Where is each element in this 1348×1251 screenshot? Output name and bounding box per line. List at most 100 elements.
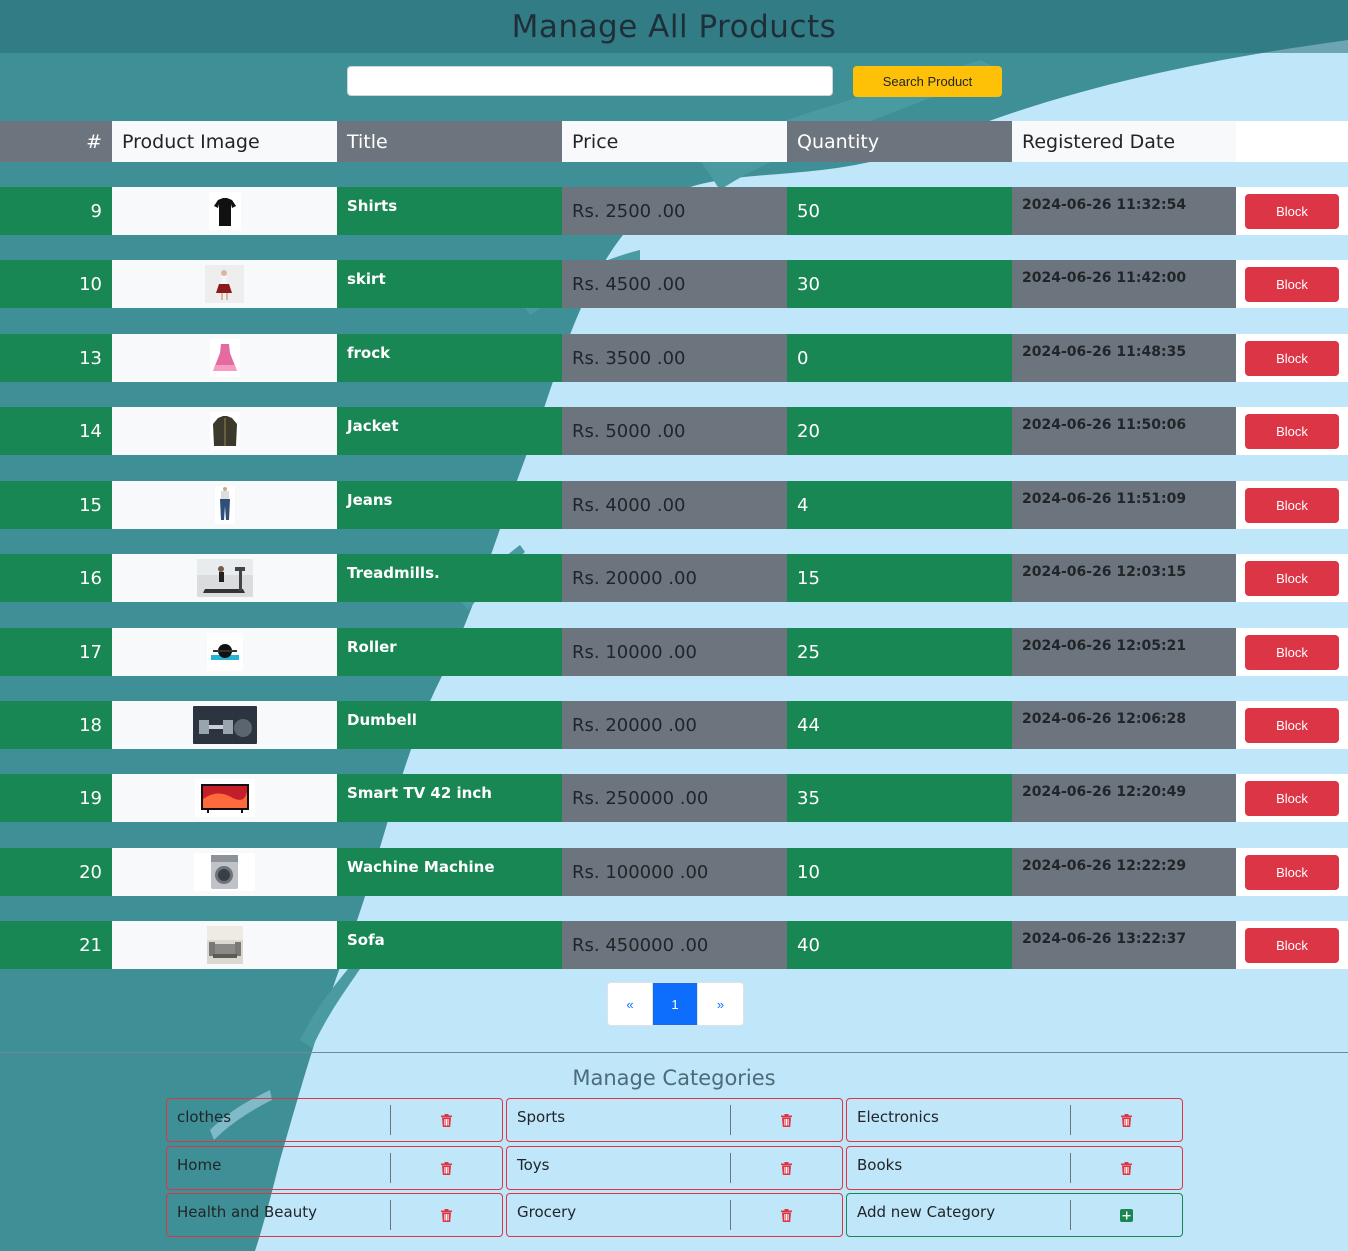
trash-icon xyxy=(1121,1113,1132,1127)
block-button[interactable]: Block xyxy=(1245,487,1339,523)
section-divider xyxy=(0,1052,1348,1053)
delete-category-button[interactable] xyxy=(731,1194,842,1236)
category-item: Electronics xyxy=(846,1098,1183,1142)
table-row: 14 Jacket Rs. 5000 .00 20 2024-06-26 11:50:0… xyxy=(0,407,1348,455)
row-number: 15 xyxy=(0,481,112,529)
jeans-thumbnail xyxy=(214,486,235,524)
product-price: Rs. 4500 .00 xyxy=(562,260,787,308)
product-quantity: 15 xyxy=(787,554,1012,602)
product-registered-date: 2024-06-26 12:22:29 xyxy=(1012,848,1236,896)
product-title: skirt xyxy=(337,260,562,308)
product-title: frock xyxy=(337,334,562,382)
table-row: 21 Sofa Rs. 450000 .00 40 2024-06-26 13:22:3… xyxy=(0,921,1348,969)
block-button[interactable]: Block xyxy=(1245,634,1339,670)
column-header-product-image: Product Image xyxy=(112,121,337,162)
product-price: Rs. 4000 .00 xyxy=(562,481,787,529)
category-item: Grocery xyxy=(506,1193,843,1237)
block-button[interactable]: Block xyxy=(1245,266,1339,302)
block-button[interactable]: Block xyxy=(1245,413,1339,449)
category-name: Electronics xyxy=(847,1105,1071,1135)
pagination-next[interactable]: » xyxy=(698,983,743,1025)
action-cell: Block xyxy=(1236,628,1348,676)
category-name: Books xyxy=(847,1153,1071,1183)
product-title: Smart TV 42 inch xyxy=(337,774,562,822)
delete-category-button[interactable] xyxy=(731,1147,842,1189)
product-title: Roller xyxy=(337,628,562,676)
block-button[interactable]: Block xyxy=(1245,560,1339,596)
pagination-page-1[interactable]: 1 xyxy=(653,983,698,1025)
product-registered-date: 2024-06-26 13:22:37 xyxy=(1012,921,1236,969)
trash-icon xyxy=(781,1208,792,1222)
product-image-cell xyxy=(112,628,337,676)
block-button[interactable]: Block xyxy=(1245,340,1339,376)
product-quantity: 25 xyxy=(787,628,1012,676)
add-category-button[interactable] xyxy=(1071,1194,1182,1236)
product-quantity: 4 xyxy=(787,481,1012,529)
action-cell: Block xyxy=(1236,260,1348,308)
product-price: Rs. 5000 .00 xyxy=(562,407,787,455)
trash-icon xyxy=(781,1113,792,1127)
delete-category-button[interactable] xyxy=(391,1147,502,1189)
delete-category-button[interactable] xyxy=(391,1099,502,1141)
block-button[interactable]: Block xyxy=(1245,780,1339,816)
product-image-cell xyxy=(112,407,337,455)
product-image-cell xyxy=(112,334,337,382)
delete-category-button[interactable] xyxy=(391,1194,502,1236)
row-number: 18 xyxy=(0,701,112,749)
table-row: 17 Roller Rs. 10000 .00 25 2024-06-26 12:05:… xyxy=(0,628,1348,676)
row-number: 19 xyxy=(0,774,112,822)
delete-category-button[interactable] xyxy=(1071,1147,1182,1189)
block-button[interactable]: Block xyxy=(1245,927,1339,963)
block-button[interactable]: Block xyxy=(1245,854,1339,890)
product-title: Jeans xyxy=(337,481,562,529)
action-cell: Block xyxy=(1236,701,1348,749)
product-image-cell xyxy=(112,187,337,235)
product-image-cell xyxy=(112,554,337,602)
search-input[interactable] xyxy=(347,66,833,96)
category-item: Sports xyxy=(506,1098,843,1142)
product-quantity: 30 xyxy=(787,260,1012,308)
product-quantity: 50 xyxy=(787,187,1012,235)
row-number: 21 xyxy=(0,921,112,969)
action-cell: Block xyxy=(1236,187,1348,235)
product-title: Dumbell xyxy=(337,701,562,749)
add-category-label: Add new Category xyxy=(847,1200,1071,1230)
add-category-item: Add new Category xyxy=(846,1193,1183,1237)
table-row: 15 Jeans Rs. 4000 .00 4 2024-06-26 11:51:09 B… xyxy=(0,481,1348,529)
product-quantity: 40 xyxy=(787,921,1012,969)
block-button[interactable]: Block xyxy=(1245,193,1339,229)
category-name: Home xyxy=(167,1153,391,1183)
product-price: Rs. 250000 .00 xyxy=(562,774,787,822)
product-price: Rs. 20000 .00 xyxy=(562,554,787,602)
category-name: Toys xyxy=(507,1153,731,1183)
column-header-price: Price xyxy=(562,121,787,162)
dumbell-thumbnail xyxy=(192,706,257,744)
action-cell: Block xyxy=(1236,334,1348,382)
trash-icon xyxy=(441,1113,452,1127)
action-cell: Block xyxy=(1236,848,1348,896)
delete-category-button[interactable] xyxy=(1071,1099,1182,1141)
row-number: 16 xyxy=(0,554,112,602)
pagination-prev[interactable]: « xyxy=(608,983,653,1025)
trash-icon xyxy=(441,1208,452,1222)
product-image-cell xyxy=(112,260,337,308)
treadmill-thumbnail xyxy=(196,559,253,597)
column-header-quantity: Quantity xyxy=(787,121,1012,162)
plus-square-icon xyxy=(1120,1208,1133,1222)
trash-icon xyxy=(1121,1161,1132,1175)
product-image-cell xyxy=(112,481,337,529)
row-number: 13 xyxy=(0,334,112,382)
skirt-thumbnail xyxy=(205,265,244,303)
product-title: Jacket xyxy=(337,407,562,455)
search-product-button[interactable]: Search Product xyxy=(853,66,1002,97)
product-price: Rs. 2500 .00 xyxy=(562,187,787,235)
block-button[interactable]: Block xyxy=(1245,707,1339,743)
category-item: Home xyxy=(166,1146,503,1190)
product-title: Wachine Machine xyxy=(337,848,562,896)
trash-icon xyxy=(781,1161,792,1175)
table-row: 10 skirt Rs. 4500 .00 30 2024-06-26 11:42:00… xyxy=(0,260,1348,308)
delete-category-button[interactable] xyxy=(731,1099,842,1141)
product-quantity: 35 xyxy=(787,774,1012,822)
page-header: Manage All Products xyxy=(0,0,1348,53)
action-cell: Block xyxy=(1236,554,1348,602)
